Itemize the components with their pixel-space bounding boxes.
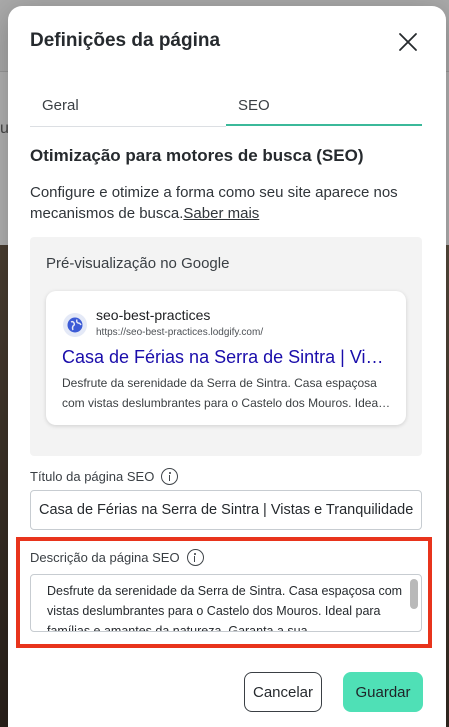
seo-title-label-text: Título da página SEO [30, 469, 155, 484]
learn-more-link[interactable]: Saber mais [183, 205, 259, 222]
tab-bar: Geral SEO [30, 92, 422, 128]
result-title-link[interactable]: Casa de Férias na Serra de Sintra | Vist… [62, 347, 392, 368]
seo-title-input[interactable]: Casa de Férias na Serra de Sintra | Vist… [30, 490, 422, 530]
result-site-name: seo-best-practices [96, 307, 211, 323]
result-snippet: Desfrute da serenidade da Serra de Sintr… [62, 376, 381, 410]
info-icon[interactable] [161, 468, 179, 485]
cancel-button[interactable]: Cancelar [244, 672, 322, 712]
search-result-card: seo-best-practices https://seo-best-prac… [46, 291, 406, 425]
result-site-url: https://seo-best-practices.lodgify.com/ [96, 327, 264, 338]
google-preview-label: Pré-visualização no Google [46, 255, 230, 272]
close-icon [399, 33, 417, 51]
seo-title-label: Título da página SEO [30, 468, 179, 485]
close-button[interactable] [396, 30, 420, 54]
tab-seo[interactable]: SEO [226, 92, 422, 126]
dialog-title: Definições da página [30, 30, 221, 51]
save-button[interactable]: Guardar [343, 672, 423, 712]
seo-description: Configure e otimize a forma como seu sit… [30, 182, 410, 224]
tab-general[interactable]: Geral [30, 92, 226, 127]
description-highlight-box [16, 537, 432, 648]
globe-icon [63, 313, 87, 337]
google-preview-panel: Pré-visualização no Google seo-best-prac… [30, 237, 422, 456]
seo-heading: Otimização para motores de busca (SEO) [30, 146, 364, 165]
